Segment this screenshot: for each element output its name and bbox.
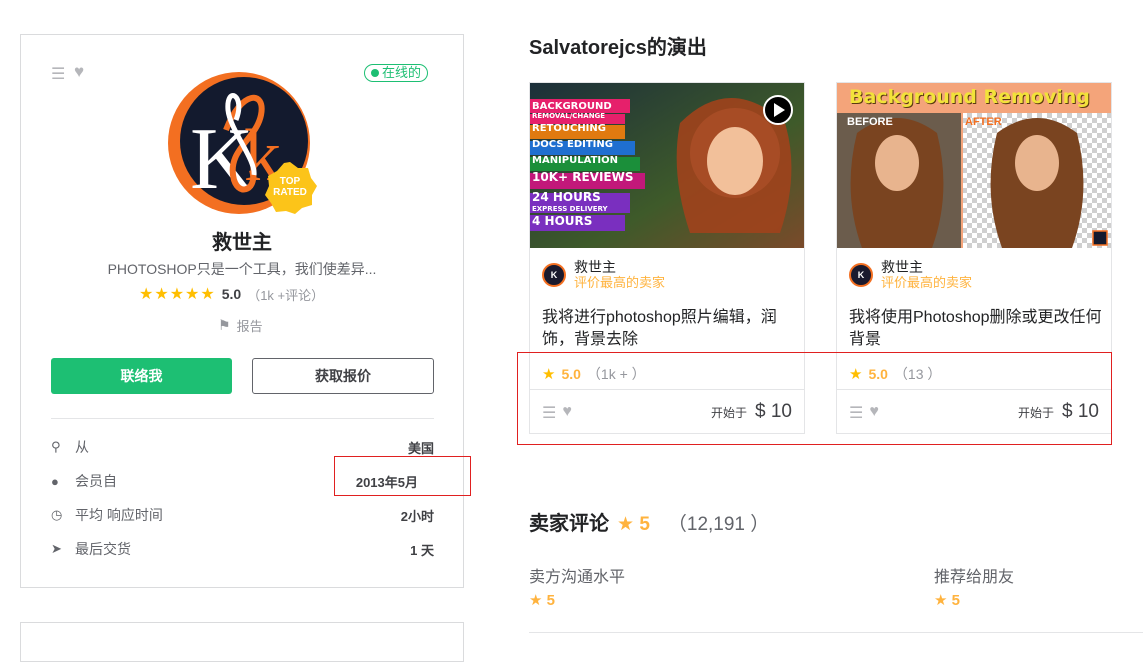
clock-icon: ◷ [51,507,63,522]
banner-line: REMOVAL/CHANGE [532,112,606,120]
sub-rating-number: 5 [546,592,555,609]
menu-icon[interactable]: ☰ [51,64,65,84]
gig-title[interactable]: 我将使用Photoshop删除或更改任何背景 [849,307,1104,351]
user-icon: ● [51,473,59,489]
stat-last-delivery: ➤ 最后交货 1 天 [51,539,434,559]
banner-line: DOCS EDITING [532,139,613,150]
report-link[interactable]: ⚑ 报告 [218,316,263,335]
stat-value: 美国 [407,440,434,456]
top-rated-badge-text: TOP RATED [262,176,318,198]
banner-line: 10K+ REVIEWS [532,170,634,184]
gig-seller[interactable]: K 救世主 评价最高的卖家 [849,259,972,291]
reviews-header: 卖家评论 ★ 5 （12,191 ） [529,507,769,536]
gig-banner-text: BACKGROUND REMOVAL/CHANGE RETOUCHING DOC… [532,99,634,229]
banner-line: MANIPULATION [532,155,618,166]
gig-seller-name: 救世主 [881,259,923,275]
sub-rating-number: 5 [951,592,960,609]
reviews-title: 卖家评论 [529,513,609,535]
highlight-box-gig-footer [517,352,1112,445]
gig-seller-level: 评价最高的卖家 [881,275,973,290]
sub-rating-value: ★ 5 [529,592,555,609]
star-rating-icon: ★★★★★ [139,286,216,303]
paper-plane-icon: ➤ [51,541,62,556]
gig-seller-level: 评价最高的卖家 [574,275,666,290]
flag-icon: ⚑ [218,317,231,333]
online-dot-icon [371,69,379,77]
sub-rating-value: ★ 5 [934,592,960,609]
gig-banner-title: Background Removing [849,86,1090,108]
seller-name[interactable]: 救世主 [20,226,464,255]
gig-seller[interactable]: K 救世主 评价最高的卖家 [542,259,665,291]
stat-label: 最后交货 [75,541,131,557]
seller-tagline: PHOTOSHOP只是一个工具，我们使差异... [107,261,377,277]
banner-line: 4 HOURS [532,214,593,228]
badge-line2: RATED [273,187,307,198]
divider [529,632,1143,633]
seller-rating: ★★★★★ 5.0 （1k +评论） [139,284,324,304]
reviews-score-value: 5 [639,514,650,535]
stat-label: 平均 响应时间 [75,507,163,523]
highlight-box-member-since [334,456,471,496]
seller-mini-avatar: K [849,263,873,287]
heart-icon[interactable]: ♥ [74,62,84,82]
reviews-count: （12,191 ） [667,514,770,535]
banner-line: EXPRESS DELIVERY [532,205,608,213]
divider [51,418,434,419]
report-label: 报告 [236,319,263,334]
badge-line1: TOP [279,176,301,187]
secondary-card [20,622,464,662]
banner-line: RETOUCHING [532,123,606,134]
seller-mini-avatar: K [542,263,566,287]
before-label: BEFORE [847,116,893,128]
get-quote-button[interactable]: 获取报价 [252,358,434,394]
sub-rating-label: 卖方沟通水平 [529,569,626,586]
stat-from: ⚲ 从 美国 [51,437,434,457]
online-status-badge: 在线的 [364,64,429,82]
stat-response-time: ◷ 平均 响应时间 2小时 [51,505,434,525]
contact-me-button[interactable]: 联络我 [51,358,232,394]
banner-line: 24 HOURS [532,190,601,204]
stat-label: 会员自 [75,473,117,489]
stat-label: 从 [75,439,89,455]
gigs-section-title: Salvatorejcs的演出 [529,37,707,59]
gig-seller-name: 救世主 [574,259,616,275]
reviews-score: ★ 5 [617,514,650,535]
online-label: 在线的 [382,65,422,80]
location-pin-icon: ⚲ [51,439,61,454]
stat-value: 2小时 [400,508,434,524]
sub-rating-label: 推荐给朋友 [934,569,1015,586]
after-label: AFTER [965,116,1002,128]
rating-count[interactable]: （1k +评论） [247,285,324,304]
stat-value: 1 天 [410,542,434,558]
gig-title[interactable]: 我将进行photoshop照片编辑，润饰，背景去除 [542,307,797,351]
rating-value: 5.0 [221,286,242,302]
